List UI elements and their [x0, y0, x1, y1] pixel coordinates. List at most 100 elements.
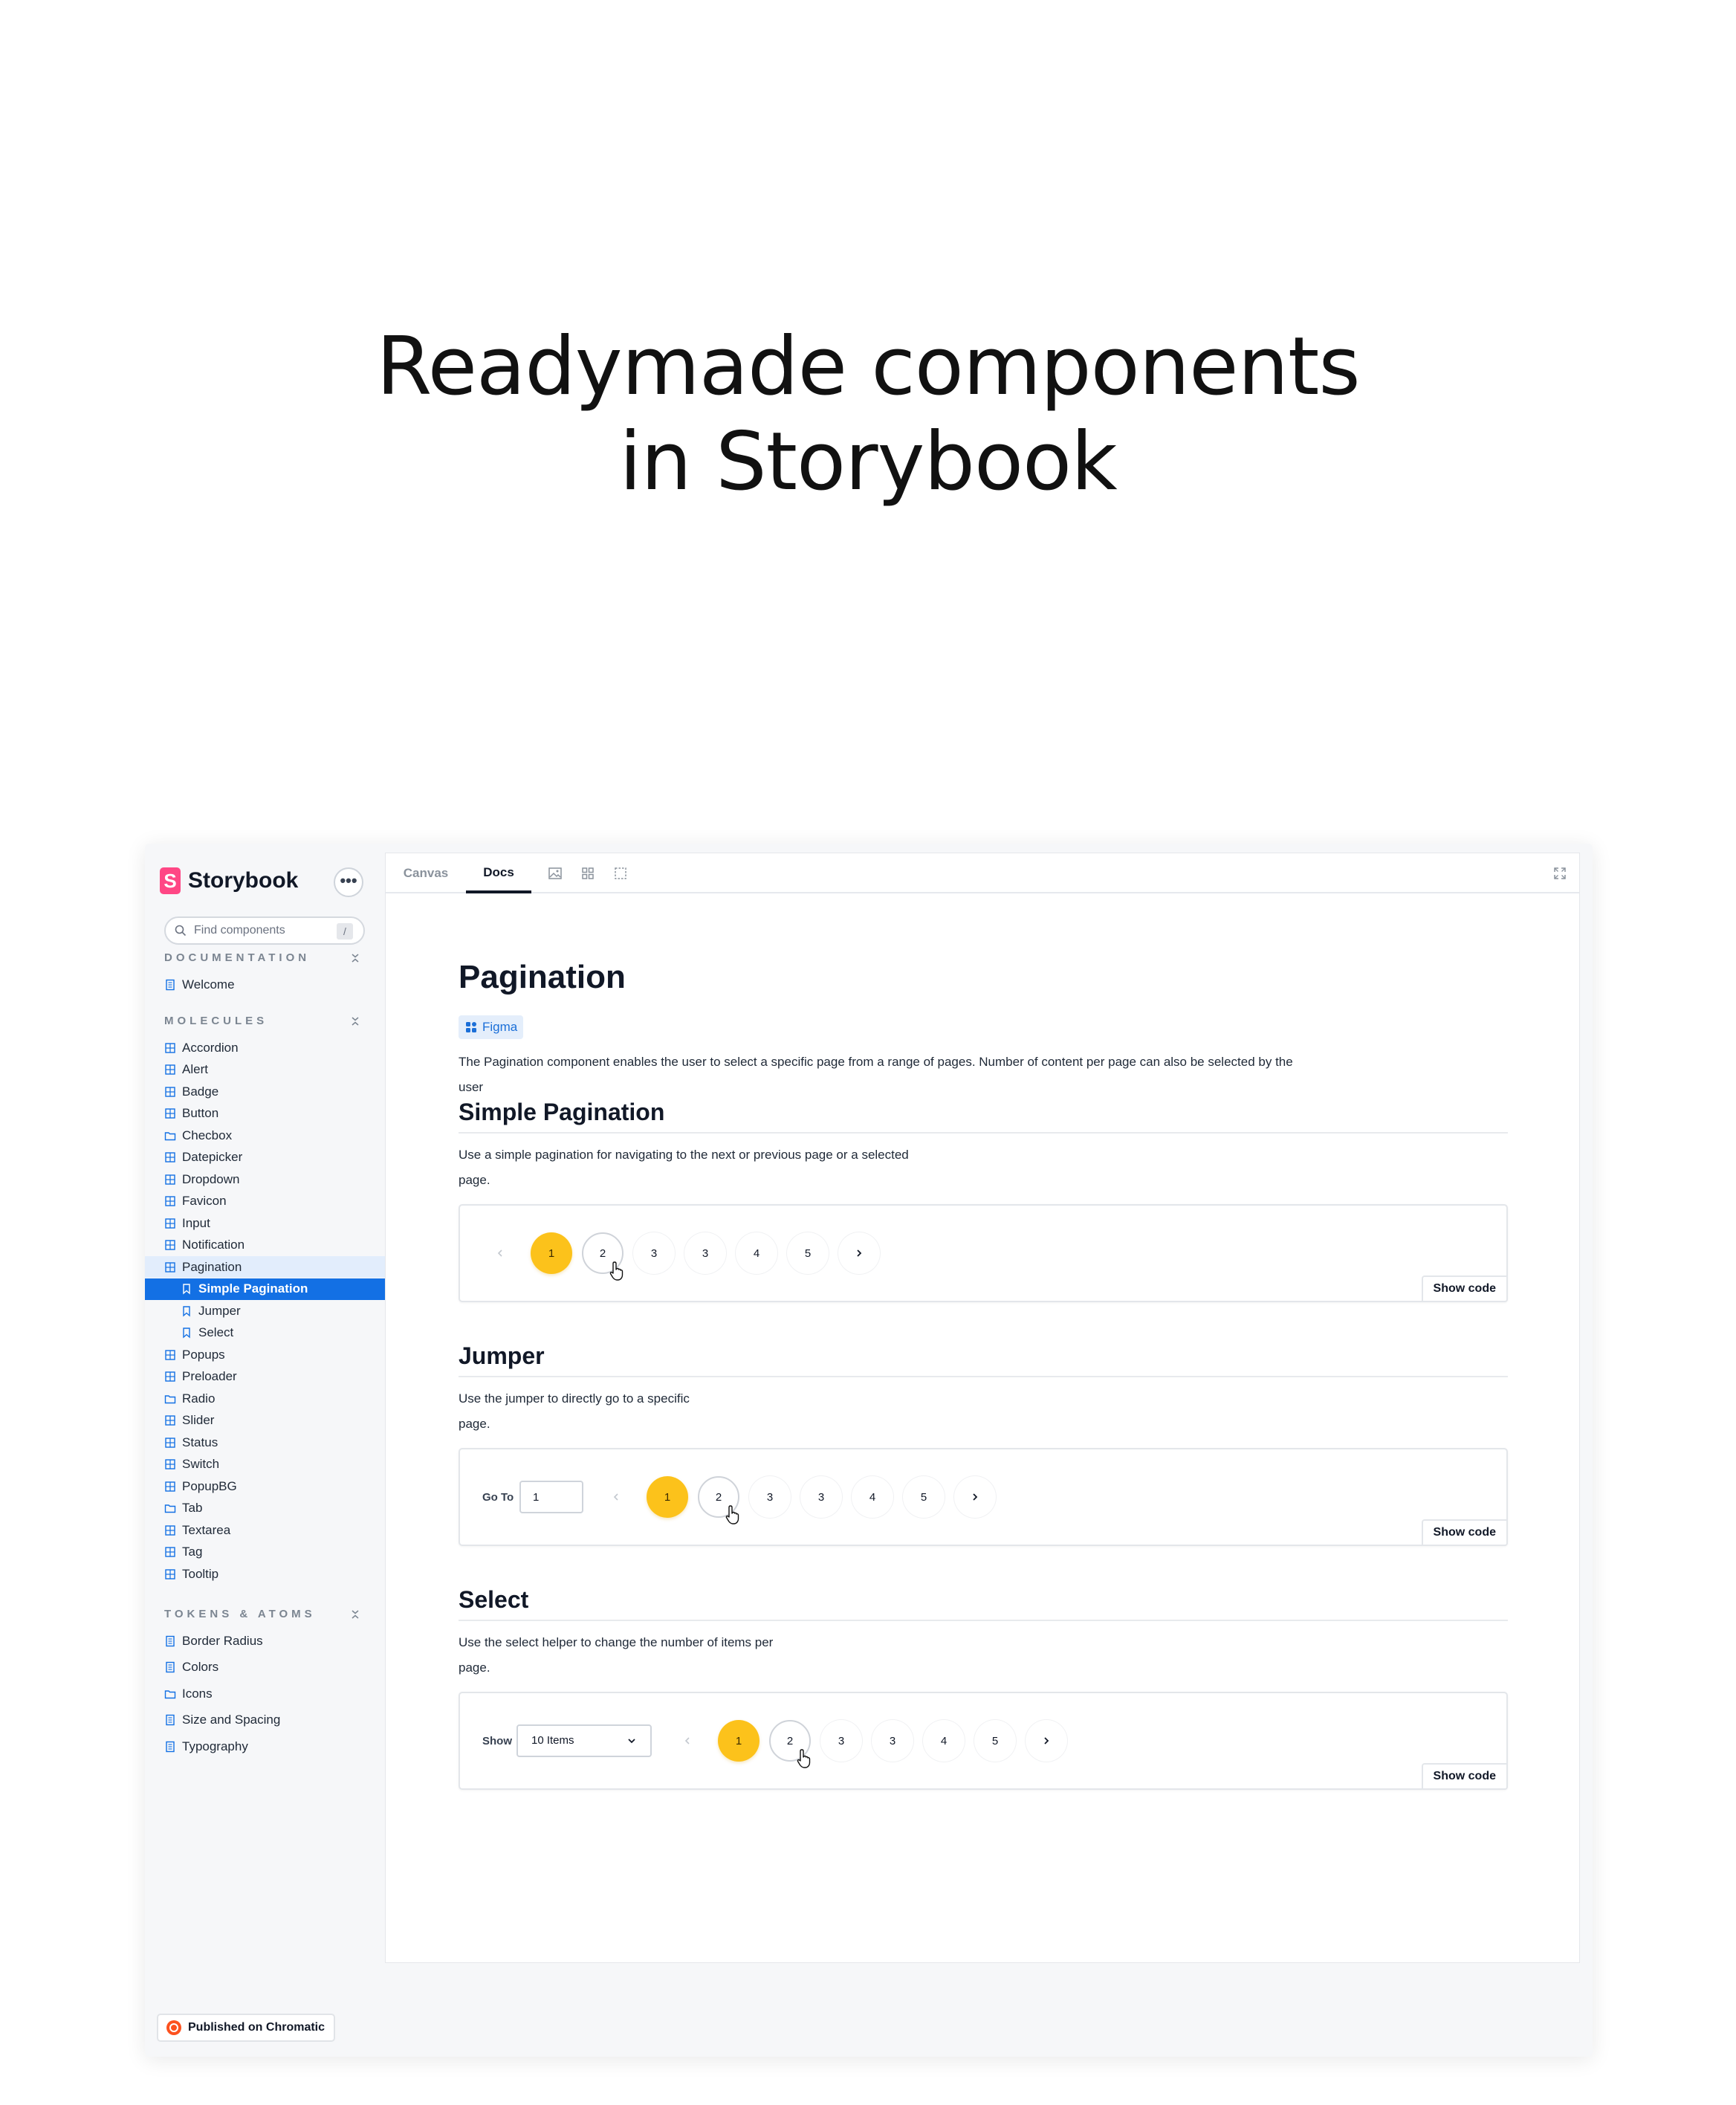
page-number: 3 — [817, 1490, 825, 1504]
sidebar-item-radio[interactable]: Radio — [145, 1388, 386, 1409]
page-number: 2 — [599, 1246, 606, 1260]
chromatic-icon — [166, 2020, 181, 2035]
sidebar-item-popups[interactable]: Popups — [145, 1344, 386, 1365]
page-button[interactable]: 3 — [872, 1720, 913, 1762]
page-button[interactable]: 4 — [923, 1720, 965, 1762]
figma-link[interactable]: Figma — [459, 1015, 524, 1039]
page-button[interactable]: 2 — [769, 1720, 811, 1768]
page-button[interactable]: 3 — [749, 1476, 791, 1518]
collapse-icon[interactable] — [350, 1015, 360, 1027]
prev-page-button[interactable] — [595, 1476, 637, 1518]
page-button[interactable]: 4 — [736, 1232, 777, 1274]
sidebar-item-pagination[interactable]: Pagination — [145, 1256, 386, 1278]
sidebar-item-label: Accordion — [182, 1040, 239, 1055]
sidebar-item-datepicker[interactable]: Datepicker — [145, 1147, 386, 1168]
prev-page-button[interactable] — [479, 1232, 521, 1274]
collapse-icon[interactable] — [350, 1608, 360, 1620]
sidebar-item-accordion[interactable]: Accordion — [145, 1037, 386, 1058]
sidebar-item-popupbg[interactable]: PopupBG — [145, 1475, 386, 1497]
page-number: 3 — [838, 1734, 845, 1747]
sidebar-item-colors[interactable]: Colors — [145, 1657, 386, 1678]
sidebar-item-button[interactable]: Button — [145, 1103, 386, 1125]
sidebar-item-notification[interactable]: Notification — [145, 1235, 386, 1256]
sidebar-item-badge[interactable]: Badge — [145, 1081, 386, 1102]
sidebar-item-label: Welcome — [182, 977, 235, 992]
demo-simple-pagination: 1 2 3 3 4 5 Show code — [459, 1204, 1508, 1302]
tab-canvas[interactable]: Canvas — [395, 853, 457, 893]
sidebar-item-size-and-spacing[interactable]: Size and Spacing — [145, 1710, 386, 1731]
sidebar-item-label: Datepicker — [182, 1150, 243, 1164]
sidebar-item-select[interactable]: Select — [145, 1322, 386, 1344]
page-button[interactable]: 2 — [698, 1476, 739, 1524]
sidebar-item-switch[interactable]: Switch — [145, 1454, 386, 1475]
sidebar-item-label: Typography — [182, 1739, 248, 1753]
sidebar-item-jumper[interactable]: Jumper — [145, 1300, 386, 1322]
next-page-button[interactable] — [1026, 1720, 1067, 1762]
page-button[interactable]: 5 — [787, 1232, 829, 1274]
chevron-right-icon — [857, 1249, 862, 1257]
sidebar-item-tag[interactable]: Tag — [145, 1542, 386, 1563]
search-input[interactable] — [194, 924, 328, 937]
show-code-button[interactable]: Show code — [1421, 1275, 1508, 1302]
component-icon — [165, 1568, 175, 1579]
sidebar-item-welcome[interactable]: Welcome — [145, 974, 386, 995]
sidebar-item-slider[interactable]: Slider — [145, 1410, 386, 1432]
page-button[interactable]: 1 — [718, 1720, 760, 1762]
sidebar-item-input[interactable]: Input — [145, 1212, 386, 1234]
sidebar-item-typography[interactable]: Typography — [145, 1736, 386, 1757]
outline-icon[interactable] — [613, 866, 628, 881]
section-title[interactable]: MOLECULES — [164, 1015, 268, 1027]
page-button[interactable]: 3 — [633, 1232, 675, 1274]
page-button[interactable]: 3 — [800, 1476, 842, 1518]
published-on-chromatic-button[interactable]: Published on Chromatic — [157, 2014, 336, 2042]
search-box[interactable]: / — [164, 916, 365, 945]
sidebar-item-tooltip[interactable]: Tooltip — [145, 1563, 386, 1585]
sidebar-item-tab[interactable]: Tab — [145, 1498, 386, 1519]
sidebar-item-label: Textarea — [182, 1522, 231, 1537]
brand[interactable]: S Storybook — [160, 867, 298, 894]
sidebar-item-dropdown[interactable]: Dropdown — [145, 1168, 386, 1190]
page-button[interactable]: 5 — [974, 1720, 1016, 1762]
sidebar-item-alert[interactable]: Alert — [145, 1059, 386, 1081]
bookmark-icon — [183, 1328, 190, 1339]
doc-icon — [166, 1714, 175, 1726]
page-button[interactable]: 1 — [647, 1476, 688, 1518]
section-title[interactable]: DOCUMENTATION — [164, 951, 310, 964]
desc-line1: Use the select helper to change the numb… — [459, 1635, 774, 1649]
sidebar-item-favicon[interactable]: Favicon — [145, 1191, 386, 1212]
sidebar-item-icons[interactable]: Icons — [145, 1683, 386, 1704]
intro-line1: The Pagination component enables the use… — [459, 1055, 1293, 1069]
sidebar-item-textarea[interactable]: Textarea — [145, 1519, 386, 1541]
page-button[interactable]: 5 — [903, 1476, 945, 1518]
show-code-button[interactable]: Show code — [1421, 1519, 1508, 1546]
next-page-button[interactable] — [954, 1476, 996, 1518]
component-icon — [165, 1086, 175, 1097]
more-options-button[interactable]: ••• — [334, 867, 363, 897]
goto-input[interactable] — [519, 1481, 583, 1513]
sidebar-item-simple-pagination[interactable]: Simple Pagination — [145, 1278, 386, 1300]
page-number: 4 — [753, 1246, 760, 1260]
collapse-icon[interactable] — [350, 952, 360, 964]
items-per-page-select[interactable]: 10 Items — [516, 1724, 652, 1757]
next-page-button[interactable] — [838, 1232, 880, 1274]
grid-icon[interactable] — [580, 866, 595, 881]
fullscreen-icon[interactable] — [1552, 866, 1567, 881]
page-button[interactable]: 3 — [820, 1720, 862, 1762]
page-number: 5 — [804, 1246, 812, 1260]
page-button[interactable]: 1 — [531, 1232, 572, 1274]
page-button[interactable]: 2 — [582, 1232, 624, 1281]
page-button[interactable]: 3 — [684, 1232, 726, 1274]
prev-page-button[interactable] — [667, 1720, 708, 1762]
show-code-button[interactable]: Show code — [1421, 1763, 1508, 1790]
sidebar-item-label: Jumper — [198, 1303, 241, 1318]
tab-docs[interactable]: Docs — [466, 853, 531, 893]
sidebar-item-label: Tab — [182, 1501, 203, 1515]
sidebar-item-checbox[interactable]: Checbox — [145, 1125, 386, 1146]
sidebar-item-border-radius[interactable]: Border Radius — [145, 1630, 386, 1652]
sidebar-item-preloader[interactable]: Preloader — [145, 1366, 386, 1388]
page-number: 3 — [889, 1734, 896, 1747]
page-button[interactable]: 4 — [852, 1476, 893, 1518]
sidebar-item-status[interactable]: Status — [145, 1432, 386, 1453]
section-title[interactable]: TOKENS & ATOMS — [164, 1608, 316, 1620]
image-icon[interactable] — [548, 866, 563, 881]
